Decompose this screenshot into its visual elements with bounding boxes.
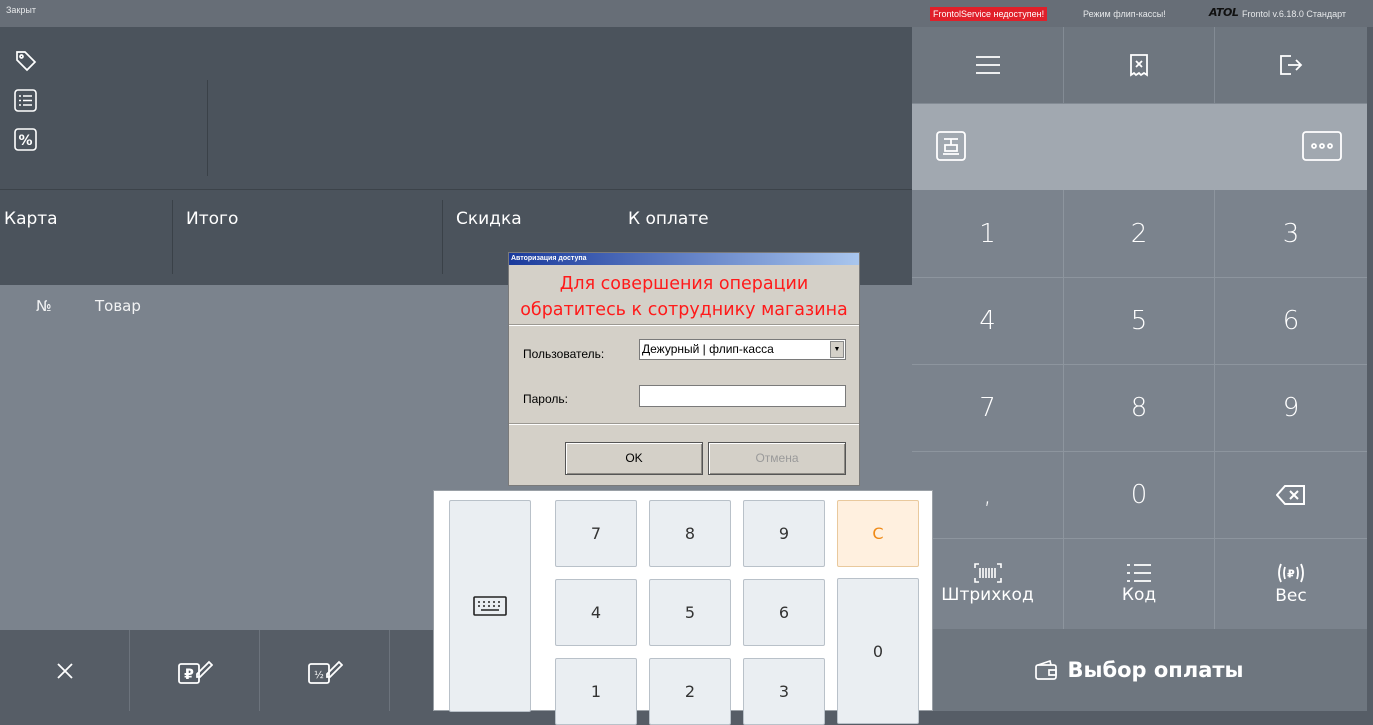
column-header-number: № bbox=[36, 297, 52, 315]
keyboard-toggle-button[interactable] bbox=[449, 500, 531, 712]
weight-label: Вес bbox=[1275, 586, 1307, 606]
numpad-key-5[interactable]: 5 bbox=[649, 579, 731, 646]
numpad-key-7[interactable]: 7 bbox=[555, 500, 637, 567]
numpad-key-0[interactable]: 0 bbox=[837, 578, 919, 724]
backspace-icon bbox=[1276, 485, 1305, 505]
key-4[interactable]: 4 bbox=[912, 278, 1064, 365]
secondary-toolbar bbox=[912, 104, 1367, 190]
title-bar: Закрыт FrontolService недоступен! Режим … bbox=[0, 0, 1373, 27]
dialog-message: Для совершения операции обратитесь к сот… bbox=[509, 271, 859, 323]
svg-text:₽: ₽ bbox=[1287, 568, 1295, 581]
key-comma[interactable]: , bbox=[912, 452, 1064, 539]
key-1[interactable]: 1 bbox=[912, 190, 1064, 278]
cash-register-icon[interactable] bbox=[936, 131, 966, 165]
divider bbox=[509, 423, 859, 425]
user-label: Пользователь: bbox=[523, 347, 605, 361]
service-warning-badge: FrontolService недоступен! bbox=[930, 7, 1048, 21]
tag-icon[interactable] bbox=[14, 49, 37, 72]
numpad-key-3[interactable]: 3 bbox=[743, 658, 825, 725]
user-select-value: Дежурный | флип-касса bbox=[642, 342, 774, 356]
ok-button[interactable]: OK bbox=[565, 442, 703, 475]
dialog-message-line1: Для совершения операции bbox=[559, 274, 809, 294]
more-actions-button[interactable] bbox=[390, 630, 433, 711]
percent-icon[interactable]: % bbox=[14, 128, 37, 151]
logout-icon bbox=[1280, 55, 1303, 75]
more-icon[interactable] bbox=[1302, 131, 1342, 165]
key-3[interactable]: 3 bbox=[1215, 190, 1367, 278]
cancel-item-button[interactable] bbox=[0, 630, 130, 711]
divider bbox=[442, 200, 443, 274]
user-select[interactable]: Дежурный | флип-касса ▼ bbox=[639, 339, 846, 360]
window-edge bbox=[1367, 27, 1373, 711]
dialog-caption: Авторизация доступа bbox=[509, 253, 859, 265]
total-label: Итого bbox=[186, 209, 239, 229]
auth-dialog: Авторизация доступа Для совершения опера… bbox=[508, 252, 860, 486]
numpad-clear-button[interactable]: C bbox=[837, 500, 919, 567]
barcode-button[interactable]: Штрихкод bbox=[912, 539, 1064, 629]
discount-label: Скидка bbox=[456, 209, 522, 229]
quantity-edit-icon: ½ bbox=[307, 660, 343, 684]
card-label: Карта bbox=[4, 209, 58, 229]
price-edit-icon: ₽ bbox=[177, 660, 213, 684]
numpad-key-4[interactable]: 4 bbox=[555, 579, 637, 646]
weight-icon: ₽ bbox=[1278, 563, 1304, 583]
list-icon[interactable] bbox=[14, 89, 37, 112]
dialog-message-line2: обратитесь к сотруднику магазина bbox=[520, 300, 848, 320]
cancel-receipt-button[interactable] bbox=[1064, 27, 1215, 104]
payment-select-button[interactable]: Выбор оплаты bbox=[912, 629, 1367, 711]
receipt-cancel-icon bbox=[1130, 54, 1148, 77]
key-9[interactable]: 9 bbox=[1215, 365, 1367, 452]
price-edit-button[interactable]: ₽ bbox=[130, 630, 260, 711]
divider bbox=[509, 324, 859, 326]
right-keypad: 1 2 3 4 5 6 7 8 9 , 0 Штрихкод Код ₽ Вес… bbox=[912, 27, 1367, 711]
info-panel: % bbox=[0, 27, 912, 189]
numpad-key-2[interactable]: 2 bbox=[649, 658, 731, 725]
numpad-key-1[interactable]: 1 bbox=[555, 658, 637, 725]
numpad-key-8[interactable]: 8 bbox=[649, 500, 731, 567]
menu-icon bbox=[975, 56, 1000, 74]
barcode-label: Штрихкод bbox=[941, 585, 1034, 605]
key-8[interactable]: 8 bbox=[1064, 365, 1215, 452]
numpad-key-6[interactable]: 6 bbox=[743, 579, 825, 646]
key-5[interactable]: 5 bbox=[1064, 278, 1215, 365]
cancel-button[interactable]: Отмена bbox=[708, 442, 846, 475]
version-label: Frontol v.6.18.0 Стандарт bbox=[1242, 9, 1347, 19]
password-label: Пароль: bbox=[523, 392, 568, 406]
payment-label: Выбор оплаты bbox=[1067, 658, 1244, 682]
password-input[interactable] bbox=[639, 385, 846, 407]
numpad-key-9[interactable]: 9 bbox=[743, 500, 825, 567]
key-0[interactable]: 0 bbox=[1064, 452, 1215, 539]
atol-logo: ATOL bbox=[1209, 6, 1239, 19]
wallet-icon bbox=[1035, 660, 1058, 680]
barcode-icon bbox=[973, 563, 1002, 583]
chevron-down-icon[interactable]: ▼ bbox=[830, 341, 844, 358]
quantity-edit-button[interactable]: ½ bbox=[260, 630, 390, 711]
key-2[interactable]: 2 bbox=[1064, 190, 1215, 278]
svg-text:₽: ₽ bbox=[184, 667, 194, 683]
weight-button[interactable]: ₽ Вес bbox=[1215, 539, 1367, 629]
divider bbox=[172, 200, 173, 274]
shift-state: Закрыт bbox=[6, 5, 36, 15]
svg-text:%: % bbox=[18, 133, 32, 149]
to-pay-label: К оплате bbox=[628, 209, 709, 229]
column-header-product: Товар bbox=[95, 297, 141, 315]
key-6[interactable]: 6 bbox=[1215, 278, 1367, 365]
backspace-button[interactable] bbox=[1215, 452, 1367, 539]
divider bbox=[207, 80, 208, 176]
close-icon bbox=[56, 662, 73, 679]
menu-button[interactable] bbox=[912, 27, 1064, 104]
list-icon bbox=[1127, 564, 1151, 582]
svg-text:½: ½ bbox=[314, 669, 324, 681]
logout-button[interactable] bbox=[1215, 27, 1367, 104]
key-7[interactable]: 7 bbox=[912, 365, 1064, 452]
keyboard-icon bbox=[473, 596, 507, 616]
mode-label: Режим флип-кассы! bbox=[1083, 9, 1166, 19]
code-label: Код bbox=[1121, 585, 1157, 605]
code-button[interactable]: Код bbox=[1064, 539, 1215, 629]
onscreen-numpad: 7 8 9 C 4 5 6 0 1 2 3 bbox=[433, 490, 933, 725]
